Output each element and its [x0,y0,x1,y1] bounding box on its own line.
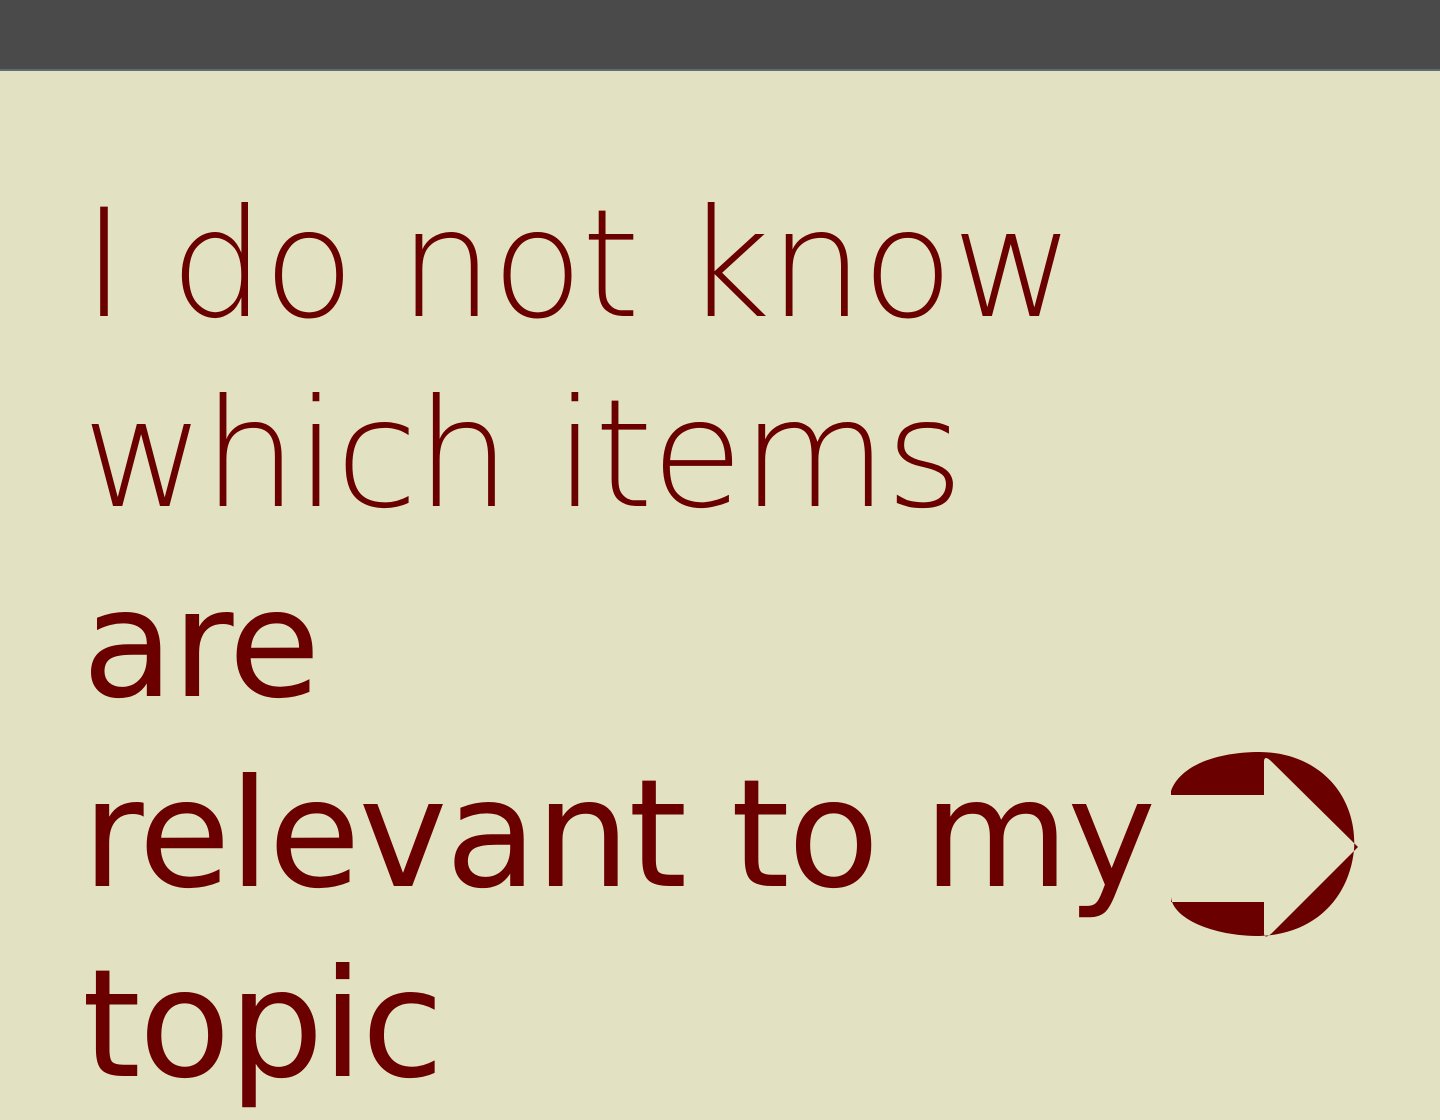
message-line-4: topic [82,938,444,1112]
message-line-2a: which items [82,368,964,542]
top-bar [0,0,1440,71]
message-text: I do not know which items are relevant t… [82,170,1232,1120]
message-line-3: relevant to my [82,748,1156,922]
message-line-2b: are [82,558,321,732]
next-button[interactable] [1168,752,1358,938]
circle-right-arrow-icon [1171,752,1358,937]
message-line-1: I do not know [82,178,1074,352]
